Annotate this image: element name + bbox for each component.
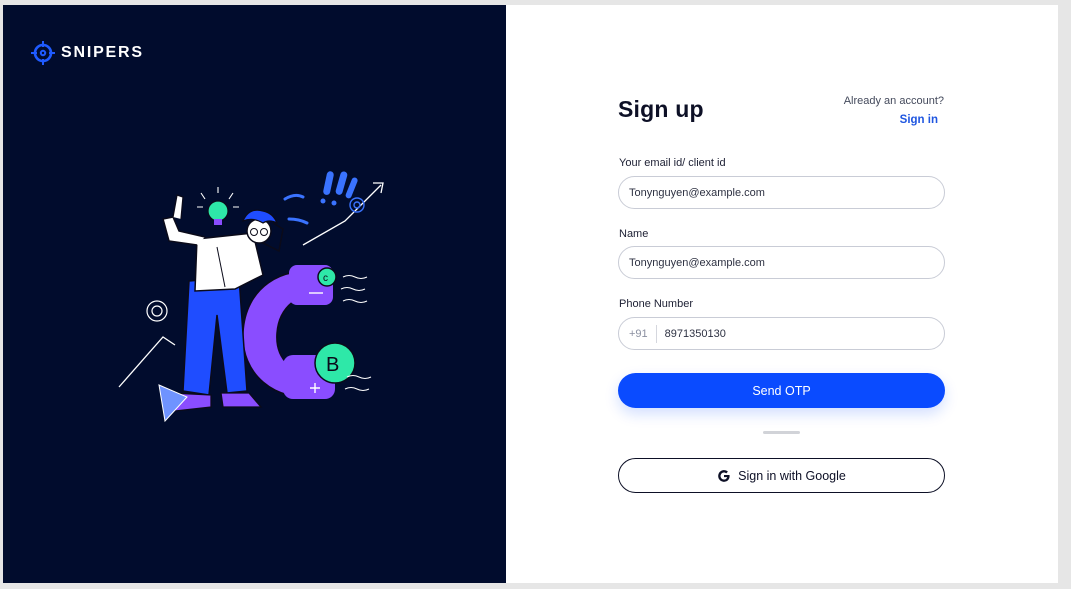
google-signin-button[interactable]: Sign in with Google [618, 458, 945, 493]
phone-input[interactable] [664, 327, 934, 340]
signup-window: SNIPERS c B Sign up Already an account? … [3, 5, 1058, 583]
crosshair-icon [31, 41, 55, 65]
svg-text:B: B [326, 354, 339, 376]
already-account-text: Already an account? [843, 95, 944, 107]
send-otp-button[interactable]: Send OTP [618, 373, 945, 408]
email-label: Your email id/ client id [619, 157, 726, 169]
person-thinking-with-bitcoin-illustration: c B [118, 171, 384, 423]
name-label: Name [619, 228, 649, 240]
brand-name: SNIPERS [61, 44, 144, 61]
name-input[interactable] [629, 256, 934, 269]
sign-in-link[interactable]: Sign in [900, 114, 938, 126]
divider [763, 431, 800, 434]
name-field[interactable] [618, 246, 945, 279]
brand-header[interactable]: SNIPERS [31, 41, 144, 65]
signup-form-panel: Sign up Already an account? Sign in Your… [506, 5, 1058, 583]
phone-field[interactable]: +91 [618, 317, 945, 350]
google-signin-label: Sign in with Google [738, 468, 846, 483]
svg-text:c: c [323, 273, 328, 284]
email-field[interactable] [618, 176, 945, 209]
country-code-prefix[interactable]: +91 [629, 324, 657, 343]
page-title: Sign up [618, 96, 704, 122]
google-g-icon [718, 469, 730, 482]
phone-label: Phone Number [619, 298, 693, 310]
brand-panel: SNIPERS c B [3, 5, 506, 583]
email-input[interactable] [629, 186, 934, 199]
